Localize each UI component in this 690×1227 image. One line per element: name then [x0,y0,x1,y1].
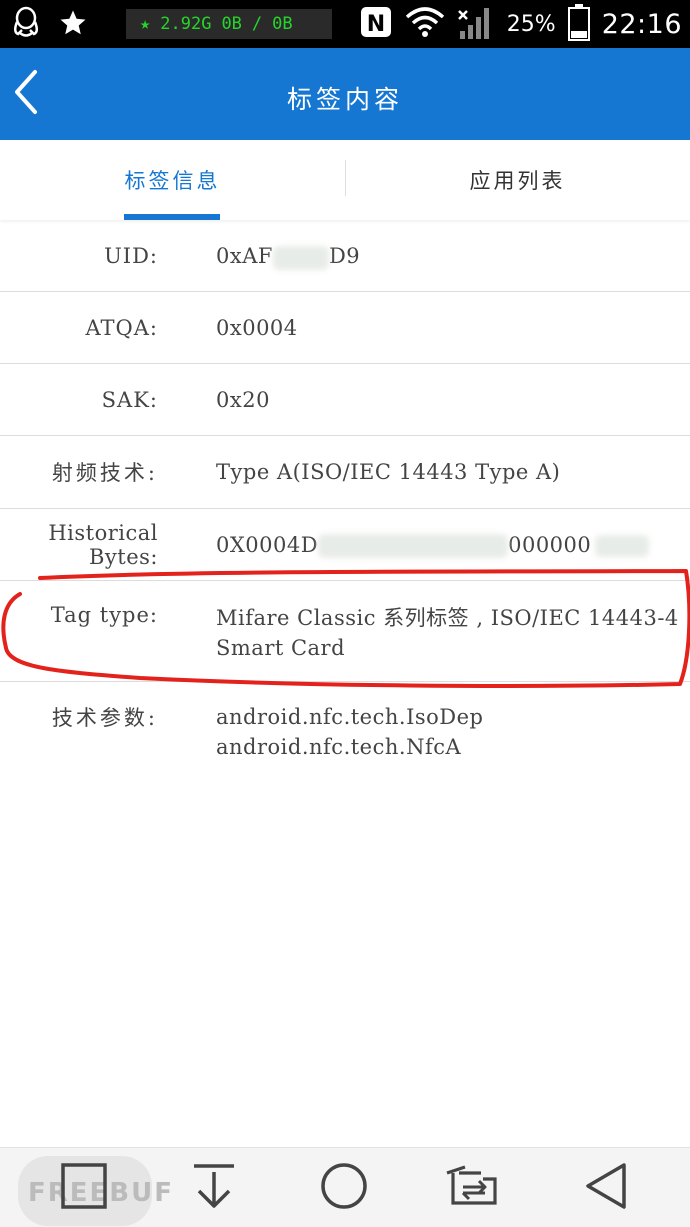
clock: 22:16 [601,8,682,40]
star-icon [58,8,88,42]
hb-suffix: 000000 [508,532,592,557]
row-historical-bytes: Historical Bytes: 0X0004D 000000 [0,509,690,581]
net-down: 0B [272,14,293,34]
screen-switch-icon [445,1163,503,1213]
row-tech-params: 技术参数: android.nfc.tech.IsoDep android.nf… [0,682,690,772]
tab-tag-info[interactable]: 标签信息 [0,140,345,220]
home-icon [319,1161,369,1215]
row-value: 0x20 [216,387,270,412]
battery-percent: 25% [506,11,556,37]
recent-apps-button[interactable] [54,1160,114,1216]
recent-apps-icon [60,1162,108,1214]
row-label: Historical Bytes: [48,520,158,569]
net-up: 0B [221,14,242,34]
row-value: Type A(ISO/IEC 14443 Type A) [216,460,561,484]
tag-type-line-1: Mifare Classic 系列标签 , ISO/IEC 14443-4 [216,606,679,630]
status-bar-left [12,6,88,44]
row-rf-tech: 射频技术: Type A(ISO/IEC 14443 Type A) [0,436,690,509]
tab-bar: 标签信息 应用列表 [0,140,690,220]
network-speed-meter: ★ 2.92G 0B / 0B [126,9,332,39]
download-icon [191,1162,237,1214]
row-tag-type: Tag type: Mifare Classic 系列标签 , ISO/IEC … [0,581,690,682]
row-value: 0X0004D 000000 [216,530,650,560]
tech-param-1: android.nfc.tech.IsoDep [216,705,484,729]
row-label: ATQA: [85,315,158,340]
active-tab-indicator [124,214,220,220]
row-label: Tag type: [50,603,158,627]
row-value: 0x0004 [216,315,298,340]
redacted-mask [318,534,509,558]
row-label: 射频技术: [51,461,158,485]
home-button[interactable] [314,1160,374,1216]
tag-detail-list: UID: 0xAF D9 ATQA: 0x0004 SAK: 0x20 射频技术:… [0,221,690,772]
row-sak: SAK: 0x20 [0,364,690,436]
uid-suffix: D9 [328,244,361,268]
net-sep: / [251,14,263,34]
signal-icon [457,3,495,45]
qq-icon [12,6,40,44]
redacted-mask [595,535,650,557]
nfc-letter: N [367,12,385,37]
row-value: android.nfc.tech.IsoDep android.nfc.tech… [216,702,484,762]
app-bar: 标签内容 [0,48,690,140]
net-star-icon: ★ [140,14,151,34]
back-nav-button[interactable] [576,1160,636,1216]
nfc-icon: N [359,5,393,43]
row-label: UID: [104,244,158,268]
back-triangle-icon [584,1162,628,1214]
row-value: Mifare Classic 系列标签 , ISO/IEC 14443-4 Sm… [216,603,679,663]
row-atqa: ATQA: 0x0004 [0,292,690,364]
row-uid: UID: 0xAF D9 [0,221,690,292]
system-nav-bar: FREEBUF [0,1147,690,1227]
tab-app-list[interactable]: 应用列表 [345,140,690,220]
wifi-icon [405,5,445,43]
battery-icon [567,3,590,45]
redacted-mask [272,245,329,270]
hb-prefix: 0X0004D [216,532,319,557]
status-bar-right: N 25% 22:16 [359,0,682,48]
tag-type-line-2: Smart Card [216,636,346,660]
net-rate: 2.92G [160,14,212,34]
row-label: SAK: [101,387,158,412]
download-button[interactable] [184,1160,244,1216]
row-label: 技术参数: [51,706,158,730]
page-title: 标签内容 [286,85,403,114]
uid-prefix: 0xAF [216,244,273,268]
row-value: 0xAF D9 [216,241,360,271]
tech-param-2: android.nfc.tech.NfcA [216,735,462,759]
status-bar: ★ 2.92G 0B / 0B N 25% 22:16 [0,0,690,48]
screen-switch-button[interactable] [444,1160,504,1216]
